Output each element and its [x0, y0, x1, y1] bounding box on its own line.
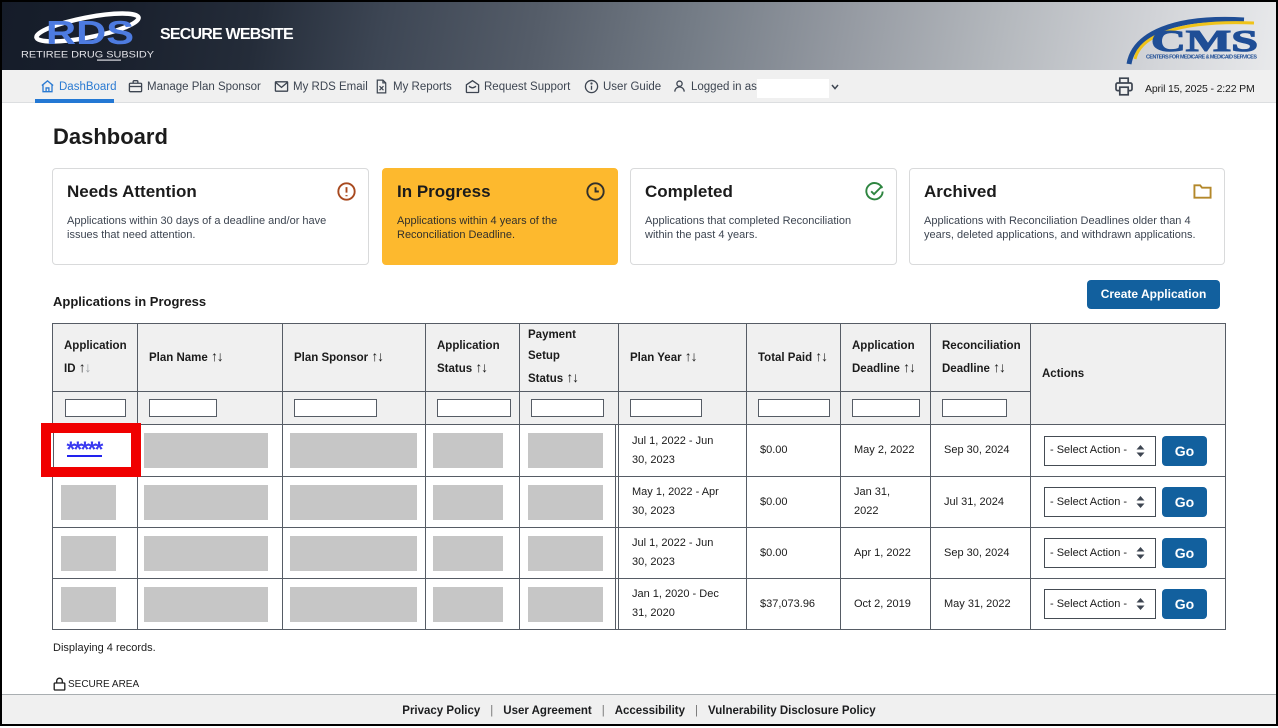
svg-text:RETIREE DRUG SUBSIDY: RETIREE DRUG SUBSIDY	[21, 50, 155, 61]
svg-text:RDS: RDS	[46, 14, 134, 51]
svg-text:CENTERS FOR MEDICARE & MEDICAI: CENTERS FOR MEDICARE & MEDICAID SERVICES	[1146, 55, 1257, 61]
svg-text:CMS: CMS	[1151, 23, 1258, 58]
